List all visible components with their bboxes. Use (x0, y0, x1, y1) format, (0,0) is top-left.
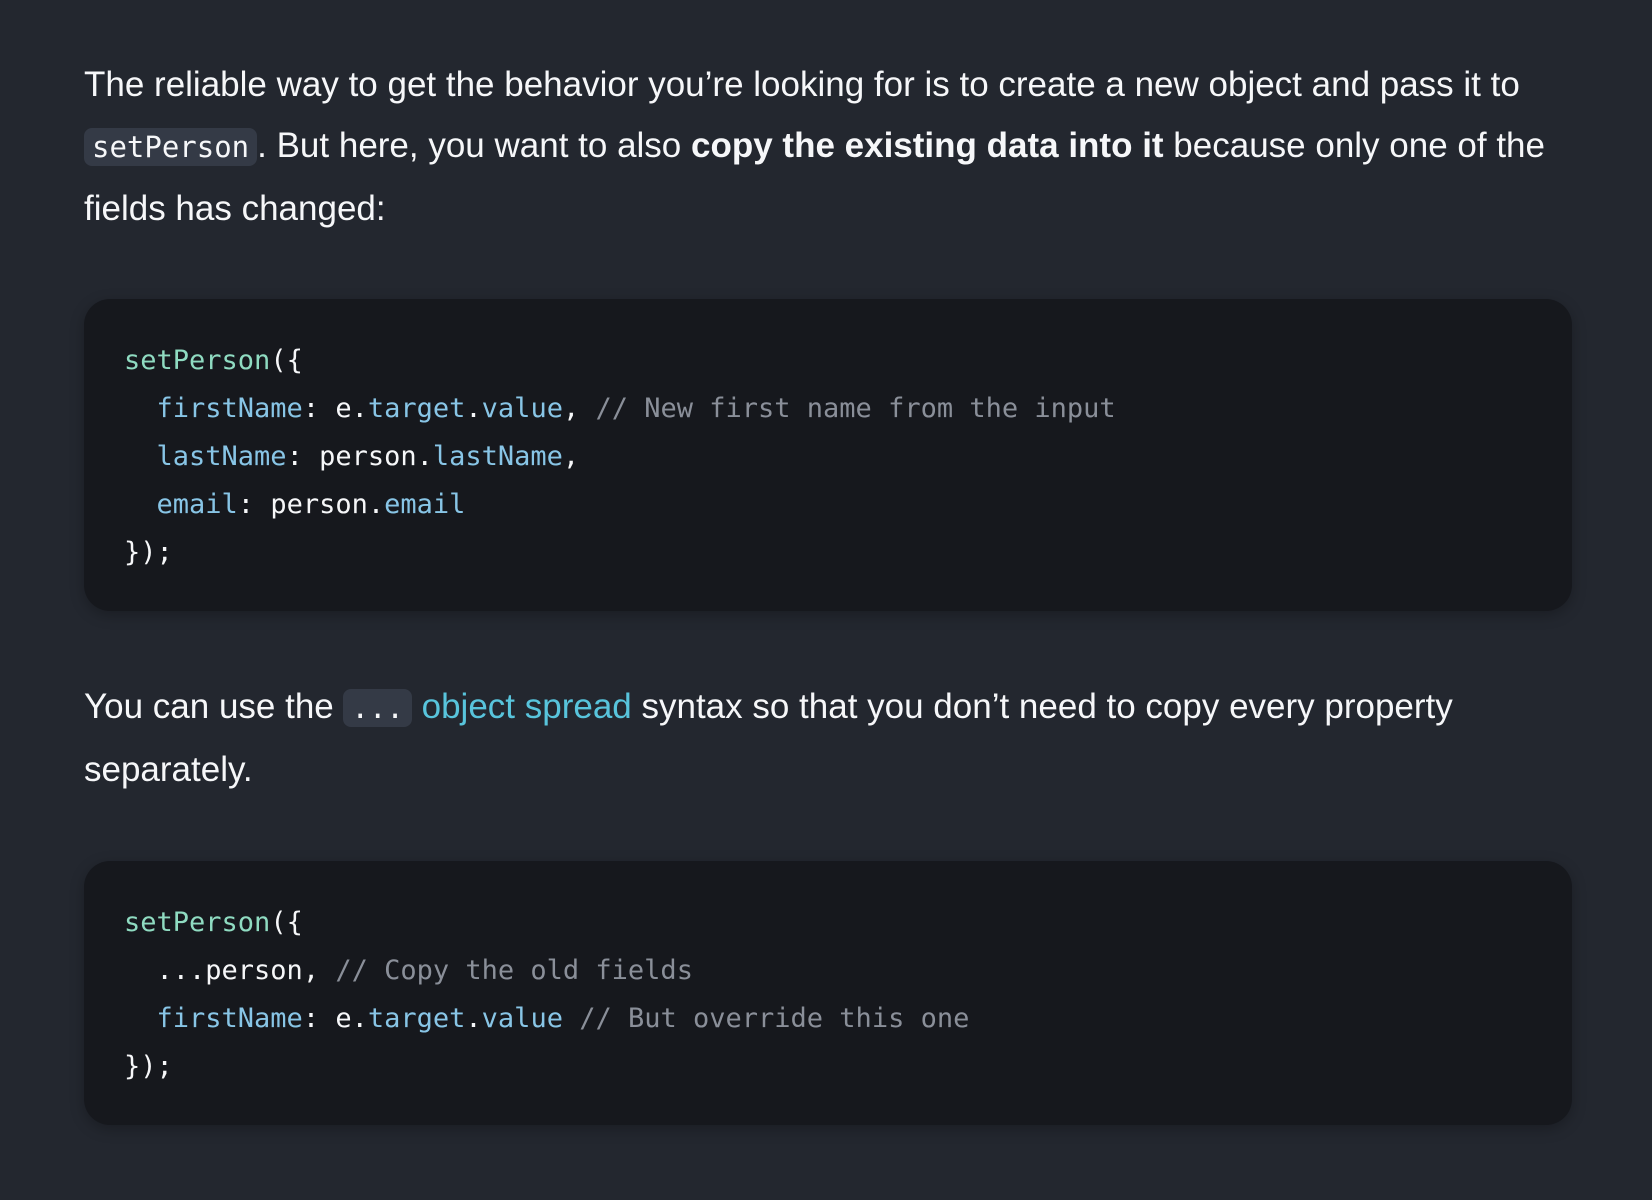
code-line: firstName: e.target.value, // New first … (124, 385, 1532, 433)
code-line: firstName: e.target.value // But overrid… (124, 995, 1532, 1043)
code-line: ...person, // Copy the old fields (124, 947, 1532, 995)
code-line: }); (124, 529, 1532, 577)
code-function-name: setPerson (124, 345, 271, 376)
code-punctuation: , (562, 441, 580, 472)
code-comment: // New first name from the input (595, 393, 1116, 424)
code-function-name: setPerson (124, 907, 271, 938)
code-punctuation: }); (124, 537, 173, 568)
code-line: setPerson({ (124, 337, 1532, 385)
code-punctuation: : (286, 441, 320, 472)
code-punctuation: ({ (270, 345, 303, 376)
code-block-spread[interactable]: setPerson({ ...person, // Copy the old f… (84, 861, 1572, 1125)
paragraph-text: . But here, you want to also (257, 126, 692, 165)
code-property: email (384, 489, 466, 520)
code-line: email: person.email (124, 481, 1532, 529)
code-punctuation: : (302, 1003, 336, 1034)
code-punctuation: }); (124, 1051, 173, 1082)
code-comment: // Copy the old fields (335, 955, 693, 986)
code-object: person. (319, 441, 433, 472)
code-spread: ...person, (156, 955, 336, 986)
code-comment: // But override this one (579, 1003, 970, 1034)
code-object: person. (270, 489, 385, 520)
code-line: lastName: person.lastName, (124, 433, 1532, 481)
code-punctuation: . (465, 1003, 482, 1034)
paragraph-reliable-way: The reliable way to get the behavior you… (84, 54, 1572, 239)
code-punctuation: ({ (270, 907, 303, 938)
code-punctuation: : (302, 393, 336, 424)
code-key: firstName (156, 1003, 303, 1034)
paragraph-text: You can use the (84, 687, 344, 726)
object-spread-link[interactable]: object spread (422, 687, 632, 726)
code-key: email (156, 489, 238, 520)
code-punctuation: , (562, 393, 596, 424)
code-property: lastName (432, 441, 563, 472)
code-block-explicit-copy[interactable]: setPerson({ firstName: e.target.value, /… (84, 299, 1572, 611)
code-punctuation: . (465, 393, 482, 424)
code-key: lastName (156, 441, 287, 472)
code-object: e. (335, 1003, 368, 1034)
code-punctuation: : (237, 489, 271, 520)
code-line: }); (124, 1043, 1532, 1091)
code-property: value (481, 1003, 563, 1034)
paragraph-object-spread: You can use the ... object spread syntax… (84, 676, 1572, 800)
code-object: e. (335, 393, 368, 424)
code-property: target (367, 1003, 466, 1034)
paragraph-text: The reliable way to get the behavior you… (84, 65, 1520, 104)
code-line: setPerson({ (124, 899, 1532, 947)
inline-code-spread: ... (343, 689, 412, 727)
code-key: firstName (156, 393, 303, 424)
inline-code-setperson: setPerson (84, 128, 258, 166)
code-property: value (481, 393, 563, 424)
code-property: target (367, 393, 466, 424)
bold-text: copy the existing data into it (691, 126, 1164, 165)
